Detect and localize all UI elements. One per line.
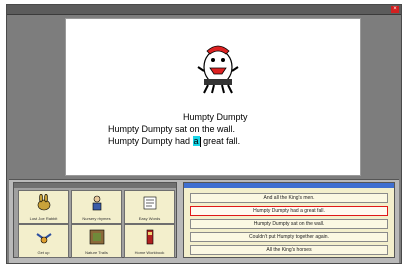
highlighted-word: a — [192, 136, 200, 146]
sentence-choices-panel: And all the King's men. Humpty Dumpty ha… — [183, 182, 395, 258]
symbol-grid: Lost Joe Rabbit Nursery rhymes Easy Word… — [13, 182, 177, 258]
book-icon — [146, 229, 154, 245]
choice-button[interactable]: Couldn't put Humpty together again. — [190, 232, 388, 242]
choice-button-selected[interactable]: Humpty Dumpty had a great fall. — [190, 206, 388, 216]
symbol-label: Nature Trails — [85, 250, 108, 255]
humpty-dumpty-illustration — [197, 45, 239, 94]
text-line-3-start: Humpty Dumpty had — [108, 136, 193, 146]
symbol-cell[interactable]: Nature Trails — [71, 224, 122, 258]
choice-button[interactable]: Humpty Dumpty sat on the wall. — [190, 219, 388, 229]
title-bar: × — [7, 5, 401, 15]
text-line-2: Humpty Dumpty sat on the wall. — [108, 124, 236, 134]
symbol-label: Home Workbook — [134, 250, 165, 255]
bottom-panel: Lost Joe Rabbit Nursery rhymes Easy Word… — [9, 179, 399, 263]
text-line-3-end: great fall. — [200, 136, 241, 146]
choices-header — [184, 183, 394, 188]
words-icon — [143, 196, 157, 210]
symbol-grid-header — [14, 183, 176, 188]
text-line-3: Humpty Dumpty had a great fall. — [108, 135, 240, 147]
text-line-1: Humpty Dumpty — [183, 112, 248, 122]
bird-icon — [36, 233, 52, 244]
document-area[interactable]: Humpty Dumpty Humpty Dumpty sat on the w… — [65, 18, 361, 176]
symbol-label: Nursery rhymes — [82, 216, 111, 221]
close-button[interactable]: × — [391, 6, 399, 13]
choice-button[interactable]: All the King's horses — [190, 245, 388, 255]
rabbit-icon — [37, 194, 51, 211]
symbol-cell[interactable]: Nursery rhymes — [71, 190, 122, 224]
symbol-cell[interactable]: Easy Words — [124, 190, 175, 224]
tree-icon — [89, 229, 105, 245]
symbol-label: Easy Words — [138, 216, 161, 221]
person-icon — [92, 195, 102, 211]
symbol-label: Get up — [37, 250, 50, 255]
symbol-label: Lost Joe Rabbit — [29, 216, 58, 221]
symbol-cell[interactable]: Get up — [18, 224, 69, 258]
symbol-cell[interactable]: Lost Joe Rabbit — [18, 190, 69, 224]
choice-button[interactable]: And all the King's men. — [190, 193, 388, 203]
app-window: × Humpty Dumpty Humpty Dumpty sat on the… — [6, 4, 402, 264]
symbol-cell[interactable]: Home Workbook — [124, 224, 175, 258]
